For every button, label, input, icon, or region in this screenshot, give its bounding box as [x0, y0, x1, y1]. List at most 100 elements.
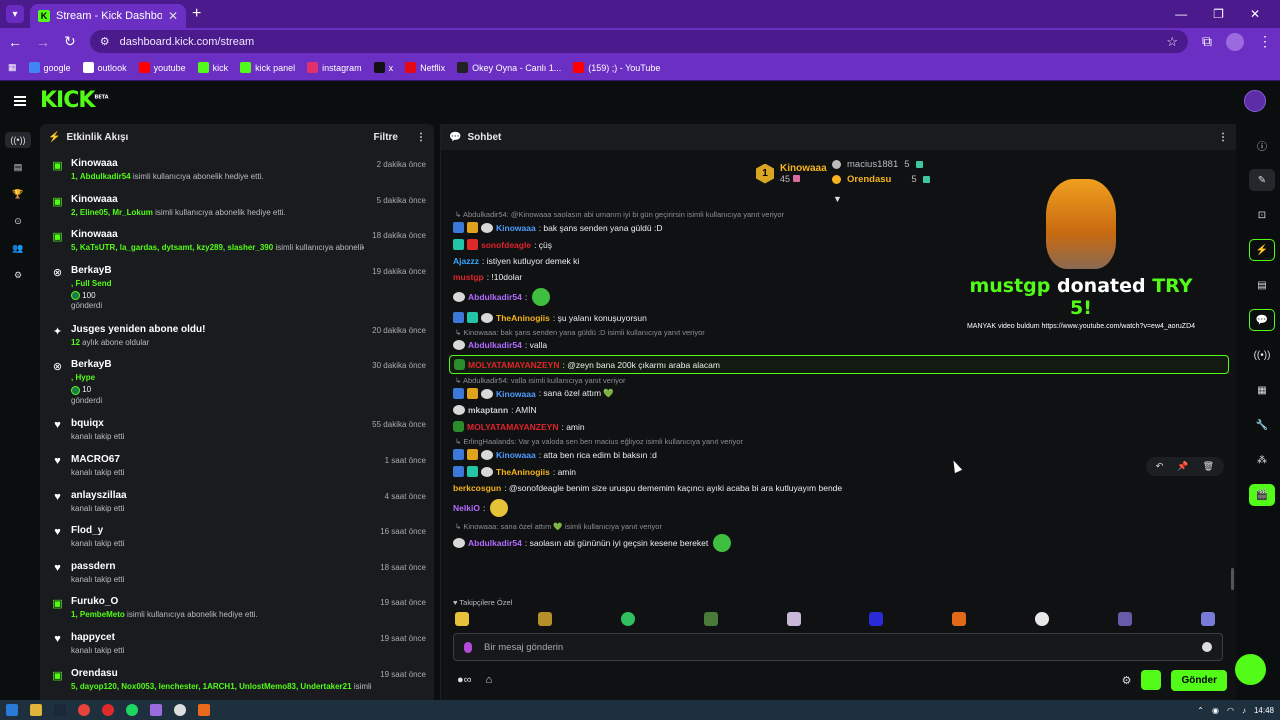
filter-button[interactable]: Filtre: [374, 132, 398, 143]
emote-button[interactable]: [1035, 612, 1050, 626]
bookmark-1[interactable]: outlook: [82, 62, 127, 73]
clock-text[interactable]: 14:48: [1254, 706, 1274, 715]
chat-message[interactable]: Abdulkadir54: valla: [449, 337, 1229, 353]
chat-username[interactable]: MOLYATAMAYANZEYN: [468, 360, 559, 370]
browser-tab[interactable]: K Stream - Kick Dashboard ✕: [30, 4, 186, 28]
chat-input[interactable]: Bir mesaj gönderin: [453, 633, 1223, 661]
opera-icon[interactable]: [102, 704, 114, 716]
camera-icon[interactable]: ⊙: [5, 213, 31, 229]
emote-button[interactable]: [952, 612, 967, 626]
chat-username[interactable]: Kinowaaa: [496, 223, 536, 233]
wrench-icon[interactable]: 🔧: [1249, 414, 1275, 436]
support-chat-button[interactable]: [1235, 654, 1266, 685]
trophy-icon[interactable]: 🏆: [5, 186, 31, 202]
chat-username[interactable]: Abdulkadir54: [468, 292, 522, 302]
activity-item[interactable]: ▣ Orendasu 5, dayop120, Nox0053, lencheste…: [40, 660, 434, 696]
chat-message[interactable]: Abdulkadir54: saolasın abi gününün iyi g…: [449, 531, 1229, 555]
activity-item[interactable]: ⊗ BerkayB, Hype 10 gönderdi 30 dakika önce: [40, 351, 434, 410]
extensions-icon[interactable]: ⧉: [1202, 33, 1212, 50]
chat-message[interactable]: MOLYATAMAYANZEYN: @zeyn bana 200k çıkarm…: [449, 355, 1229, 374]
chat-username[interactable]: berkcosgun: [453, 483, 501, 493]
bookmark-8[interactable]: Okey Oyna - Canlı 1...: [457, 62, 561, 73]
bookmark-4[interactable]: kick panel: [240, 62, 295, 73]
chat-message[interactable]: TheAninogiis: amin: [449, 463, 1229, 480]
chat-username[interactable]: NelkiO: [453, 503, 480, 513]
chat-username[interactable]: Abdulkadir54: [468, 340, 522, 350]
emoji-icon[interactable]: [1202, 642, 1212, 652]
chat-message[interactable]: Kinowaaa: atta ben rica edim bi baksın :…: [449, 446, 1229, 463]
kick-logo[interactable]: KICKBETA: [40, 88, 109, 113]
activity-item[interactable]: ▣ Furuko_O 1, PembeMeto isimli kullanıcıya…: [40, 588, 434, 624]
emote-button[interactable]: [1200, 612, 1215, 626]
close-window-button[interactable]: ✕: [1250, 7, 1260, 21]
activity-item[interactable]: ▣ Kinowaaa 1, Abdulkadir54 isimli kullanıc…: [40, 150, 434, 186]
bookmark-9[interactable]: (159) ;) - YouTube: [573, 62, 660, 73]
new-tab-button[interactable]: +: [192, 5, 201, 23]
leader-name[interactable]: Orendasu: [847, 174, 891, 185]
obs-icon[interactable]: [174, 704, 186, 716]
chat-username[interactable]: Kinowaaa: [496, 450, 536, 460]
activity-item[interactable]: ♥ happycet kanalı takip etti 19 saat önce: [40, 624, 434, 660]
emote-button[interactable]: [786, 612, 801, 626]
bookmark-3[interactable]: kick: [197, 62, 228, 73]
activity-item[interactable]: ⊗ BerkayB, Full Send 100 gönderdi 19 dakika…: [40, 257, 434, 316]
emote-button[interactable]: [537, 612, 552, 626]
pin-icon[interactable]: 📌: [1177, 461, 1188, 472]
steam-tray-icon[interactable]: ◉: [1212, 706, 1219, 715]
chat-username[interactable]: Ajazzz: [453, 256, 479, 266]
url-input[interactable]: ⚙ dashboard.kick.com/stream ☆: [89, 30, 1188, 53]
info-icon[interactable]: ⓘ: [1249, 134, 1275, 156]
settings-icon[interactable]: ⚙: [5, 267, 31, 283]
chat-username[interactable]: mkaptann: [468, 405, 508, 415]
chat-username[interactable]: Kinowaaa: [496, 389, 536, 399]
gift-box-icon[interactable]: ⌂: [486, 674, 493, 686]
tray-up-icon[interactable]: ⌃: [1197, 706, 1204, 715]
close-tab-icon[interactable]: ✕: [168, 9, 178, 23]
chat-username[interactable]: MOLYATAMAYANZEYN: [467, 422, 558, 432]
chat-username[interactable]: sonofdeagle: [481, 240, 531, 250]
users-icon[interactable]: 👥: [5, 240, 31, 256]
send-button[interactable]: Gönder: [1171, 669, 1227, 691]
document-icon[interactable]: ▤: [1249, 274, 1275, 296]
stream-icon[interactable]: ((•)): [5, 132, 31, 148]
bookmark-0[interactable]: google: [28, 62, 71, 73]
app-icon[interactable]: [198, 704, 210, 716]
user-avatar[interactable]: [1244, 89, 1266, 112]
broadcast-icon[interactable]: ((•)): [1249, 344, 1275, 366]
chat-icon[interactable]: 💬: [1249, 309, 1275, 331]
activity-more-icon[interactable]: ⋮: [416, 132, 426, 143]
volume-icon[interactable]: ♪: [1242, 706, 1246, 715]
edit-icon[interactable]: ✎: [1249, 169, 1275, 191]
activity-item[interactable]: ✦ Jusges yeniden abone oldu! 12 aylık abon…: [40, 316, 434, 352]
chat-username[interactable]: TheAninogiis: [496, 467, 550, 477]
bookmark-2[interactable]: youtube: [138, 62, 186, 73]
explorer-icon[interactable]: [30, 704, 42, 716]
people-icon[interactable]: ⁂: [1249, 449, 1275, 471]
emote-button[interactable]: [869, 612, 884, 626]
activity-item[interactable]: ♥ bquiqx kanalı takip etti 55 dakika önce: [40, 410, 434, 446]
clapper-icon[interactable]: 🎬: [1249, 484, 1275, 506]
chat-message[interactable]: berkcosgun: @sonofdeagle benim size urus…: [449, 480, 1229, 496]
reply-context[interactable]: ↳ Abdulkadir54: valla isimli kullanıcıya…: [449, 376, 1229, 385]
chat-scrollbar[interactable]: [1231, 568, 1234, 590]
chat-username[interactable]: TheAninogiis: [496, 313, 550, 323]
restore-button[interactable]: ❐: [1213, 7, 1224, 21]
chat-message[interactable]: MOLYATAMAYANZEYN: amin: [449, 418, 1229, 435]
tab-search-button[interactable]: ▾: [6, 5, 24, 23]
chat-message[interactable]: mkaptann: AMİN: [449, 402, 1229, 418]
bookmark-7[interactable]: Netflix: [405, 62, 445, 73]
bookmark-5[interactable]: instagram: [307, 62, 362, 73]
activity-item[interactable]: ♥ passdern kanalı takip etti 18 saat önce: [40, 553, 434, 589]
activity-item[interactable]: ▣ Kinowaaa 2, Eline05, Mr_Lokum isimli kul…: [40, 186, 434, 222]
leader-name[interactable]: Kinowaaa: [780, 163, 827, 174]
browser-menu-icon[interactable]: ⋮: [1258, 33, 1272, 50]
profile-avatar[interactable]: [1226, 32, 1244, 51]
emote-button[interactable]: [620, 612, 635, 626]
reply-icon[interactable]: ↶: [1156, 461, 1164, 472]
reply-context[interactable]: ↳ Kinowaaa: sana özel attım 💚 isimli kul…: [449, 522, 1229, 531]
chrome-profile-icon[interactable]: [150, 704, 162, 716]
chat-more-icon[interactable]: ⋮: [1218, 132, 1228, 143]
apps-icon[interactable]: ▦: [8, 62, 17, 73]
infinity-icon[interactable]: ●∞: [457, 674, 472, 686]
activity-item[interactable]: ♥ MACRO67 kanalı takip etti 1 saat önce: [40, 446, 434, 482]
